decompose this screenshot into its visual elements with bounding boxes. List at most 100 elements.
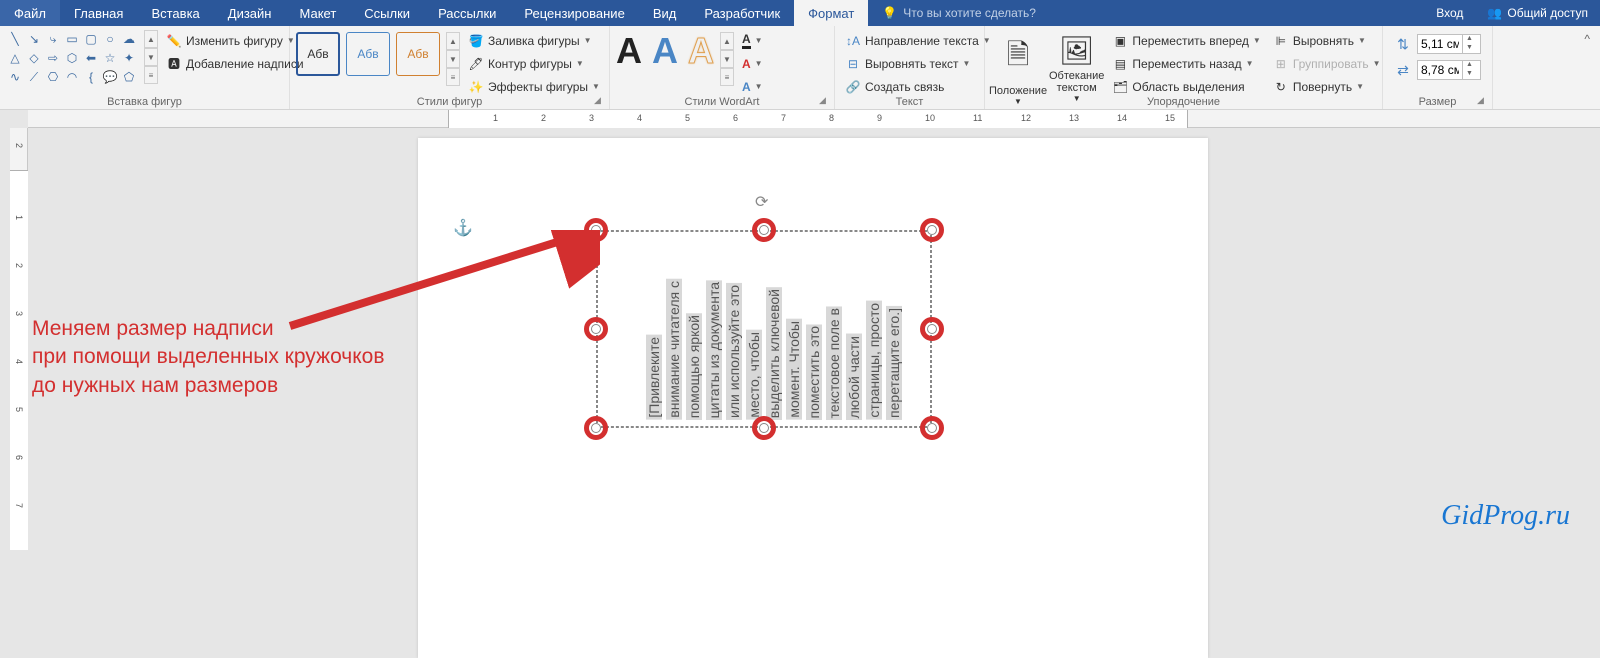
height-up[interactable]: ▲ bbox=[1462, 35, 1476, 44]
tab-home[interactable]: Главная bbox=[60, 0, 137, 26]
shapes-gallery-expand[interactable]: ≡ bbox=[144, 66, 158, 84]
selected-textbox[interactable]: ⟳ [Привлеките внимание читателя с помощь… bbox=[596, 230, 932, 428]
shape-callout[interactable]: 💬 bbox=[101, 68, 119, 86]
collapse-ribbon-button[interactable]: ^ bbox=[1578, 30, 1596, 48]
shape-free[interactable]: ⎔ bbox=[44, 68, 62, 86]
align-label: Выровнять bbox=[1293, 34, 1354, 48]
shape-styles-launcher[interactable]: ◢ bbox=[594, 95, 606, 107]
tab-mailings[interactable]: Рассылки bbox=[424, 0, 510, 26]
shape-rect[interactable]: ▭ bbox=[63, 30, 81, 48]
wordart-down[interactable]: ▼ bbox=[720, 50, 734, 68]
tab-developer[interactable]: Разработчик bbox=[690, 0, 794, 26]
bring-forward-button[interactable]: ▣ Переместить вперед ▼ bbox=[1108, 30, 1264, 51]
bring-forward-icon: ▣ bbox=[1112, 34, 1128, 48]
text-effects-button[interactable]: A▼ bbox=[738, 76, 767, 97]
width-input[interactable]: ▲▼ bbox=[1417, 60, 1481, 80]
shape-star2[interactable]: ✦ bbox=[120, 49, 138, 67]
shape-connector[interactable]: ⤷ bbox=[44, 30, 62, 48]
annotation-ring bbox=[584, 416, 608, 440]
shape-style-expand[interactable]: ≡ bbox=[446, 68, 460, 86]
horizontal-ruler[interactable]: 1 2 3 4 5 6 7 8 9 10 11 12 13 14 15 bbox=[28, 110, 1600, 128]
send-backward-icon: ▤ bbox=[1112, 57, 1128, 71]
shape-outline-label: Контур фигуры bbox=[488, 57, 572, 71]
tab-design[interactable]: Дизайн bbox=[214, 0, 286, 26]
height-down[interactable]: ▼ bbox=[1462, 44, 1476, 53]
shape-misc[interactable]: ⬠ bbox=[120, 68, 138, 86]
shape-effects-button[interactable]: ✨ Эффекты фигуры ▼ bbox=[464, 76, 604, 97]
send-backward-button[interactable]: ▤ Переместить назад ▼ bbox=[1108, 53, 1264, 74]
wordart-gallery[interactable]: A A A bbox=[616, 30, 714, 72]
tab-review[interactable]: Рецензирование bbox=[510, 0, 638, 26]
shape-curve[interactable]: ∿ bbox=[6, 68, 24, 86]
position-icon: 🗎 bbox=[1007, 34, 1030, 82]
shape-arrow[interactable]: ⇨ bbox=[44, 49, 62, 67]
text-outline-button[interactable]: A▼ bbox=[738, 53, 767, 74]
shape-round-rect[interactable]: ▢ bbox=[82, 30, 100, 48]
draw-textbox-button[interactable]: 🅰 Добавление надписи bbox=[162, 53, 308, 74]
tab-references[interactable]: Ссылки bbox=[350, 0, 424, 26]
text-line: страницы, просто bbox=[866, 301, 882, 420]
wordart-preset-1[interactable]: A bbox=[616, 30, 642, 72]
shape-triangle[interactable]: △ bbox=[6, 49, 24, 67]
edit-shape-button[interactable]: ✏️ Изменить фигуру ▼ bbox=[162, 30, 308, 51]
shape-style-preset-1[interactable]: Абв bbox=[296, 32, 340, 76]
shape-style-preset-2[interactable]: Абв bbox=[346, 32, 390, 76]
height-input[interactable]: ▲▼ bbox=[1417, 34, 1481, 54]
sign-in-button[interactable]: Вход bbox=[1424, 6, 1475, 20]
shapes-gallery[interactable]: ╲ ↘ ⤷ ▭ ▢ ○ ☁ △ ◇ ⇨ ⬡ ⬅ ☆ ✦ ∿ ⟋ ⎔ ◠ { 💬 bbox=[6, 30, 138, 86]
shape-style-gallery[interactable]: Абв Абв Абв bbox=[296, 30, 440, 76]
shapes-scroll-up[interactable]: ▲ bbox=[144, 30, 158, 48]
shape-line[interactable]: ╲ bbox=[6, 30, 24, 48]
tab-layout[interactable]: Макет bbox=[285, 0, 350, 26]
shapes-scroll-down[interactable]: ▼ bbox=[144, 48, 158, 66]
shape-diamond[interactable]: ◇ bbox=[25, 49, 43, 67]
shape-style-down[interactable]: ▼ bbox=[446, 50, 460, 68]
textbox-content[interactable]: [Привлеките внимание читателя с помощью … bbox=[646, 238, 910, 420]
wordart-preset-2[interactable]: A bbox=[652, 30, 678, 72]
wordart-expand[interactable]: ≡ bbox=[720, 68, 734, 86]
document-page[interactable]: ⚓ ⟳ [Привлеките внимание читателя с помо… bbox=[418, 138, 1208, 658]
rotate-handle[interactable]: ⟳ bbox=[755, 192, 768, 212]
share-button[interactable]: 👥 Общий доступ bbox=[1475, 6, 1600, 20]
align-button[interactable]: ⊫ Выровнять ▼ bbox=[1269, 30, 1385, 51]
shape-style-up[interactable]: ▲ bbox=[446, 32, 460, 50]
shape-hexagon[interactable]: ⬡ bbox=[63, 49, 81, 67]
shape-arrow2[interactable]: ⬅ bbox=[82, 49, 100, 67]
width-down[interactable]: ▼ bbox=[1462, 70, 1476, 79]
vertical-ruler[interactable]: 2 1 2 3 4 5 6 7 bbox=[10, 128, 28, 538]
dropdown-icon: ▼ bbox=[576, 59, 584, 68]
text-direction-button[interactable]: ↕A Направление текста ▼ bbox=[841, 30, 995, 51]
wordart-preset-3[interactable]: A bbox=[688, 30, 714, 72]
shape-curve2[interactable]: ⟋ bbox=[25, 68, 43, 86]
wordart-launcher[interactable]: ◢ bbox=[819, 95, 831, 107]
shape-fill-button[interactable]: 🪣 Заливка фигуры ▼ bbox=[464, 30, 604, 51]
tell-me-search[interactable]: 💡 Что вы хотите сделать? bbox=[868, 0, 1424, 26]
height-icon: ⇅ bbox=[1389, 36, 1417, 53]
shape-free2[interactable]: ◠ bbox=[63, 68, 81, 86]
width-value[interactable] bbox=[1418, 63, 1462, 77]
size-launcher[interactable]: ◢ bbox=[1477, 95, 1489, 107]
text-fill-button[interactable]: A▼ bbox=[738, 30, 767, 51]
width-up[interactable]: ▲ bbox=[1462, 61, 1476, 70]
selection-pane-button[interactable]: 🗂 Область выделения bbox=[1108, 76, 1264, 97]
shape-style-preset-3[interactable]: Абв bbox=[396, 32, 440, 76]
wordart-up[interactable]: ▲ bbox=[720, 32, 734, 50]
height-value[interactable] bbox=[1418, 37, 1462, 51]
tab-format[interactable]: Формат bbox=[794, 0, 868, 26]
shapes-gallery-scroll: ▲ ▼ ≡ bbox=[144, 30, 158, 84]
shape-cloud[interactable]: ☁ bbox=[120, 30, 138, 48]
shape-star[interactable]: ☆ bbox=[101, 49, 119, 67]
shape-outline-button[interactable]: 🖊 Контур фигуры ▼ bbox=[464, 53, 604, 74]
align-icon: ⊫ bbox=[1273, 34, 1289, 48]
position-button[interactable]: 🗎 Положение ▼ bbox=[991, 30, 1045, 94]
shape-arrow-line[interactable]: ↘ bbox=[25, 30, 43, 48]
wrap-text-button[interactable]: 🖼 Обтекание текстом ▼ bbox=[1049, 30, 1104, 94]
shape-bracket[interactable]: { bbox=[82, 68, 100, 86]
tab-file[interactable]: Файл bbox=[0, 0, 60, 26]
create-link-button[interactable]: 🔗 Создать связь bbox=[841, 76, 995, 97]
shape-oval[interactable]: ○ bbox=[101, 30, 119, 48]
rotate-button[interactable]: ↻ Повернуть ▼ bbox=[1269, 76, 1385, 97]
tab-view[interactable]: Вид bbox=[639, 0, 691, 26]
align-text-button[interactable]: ⊟ Выровнять текст ▼ bbox=[841, 53, 995, 74]
tab-insert[interactable]: Вставка bbox=[137, 0, 213, 26]
